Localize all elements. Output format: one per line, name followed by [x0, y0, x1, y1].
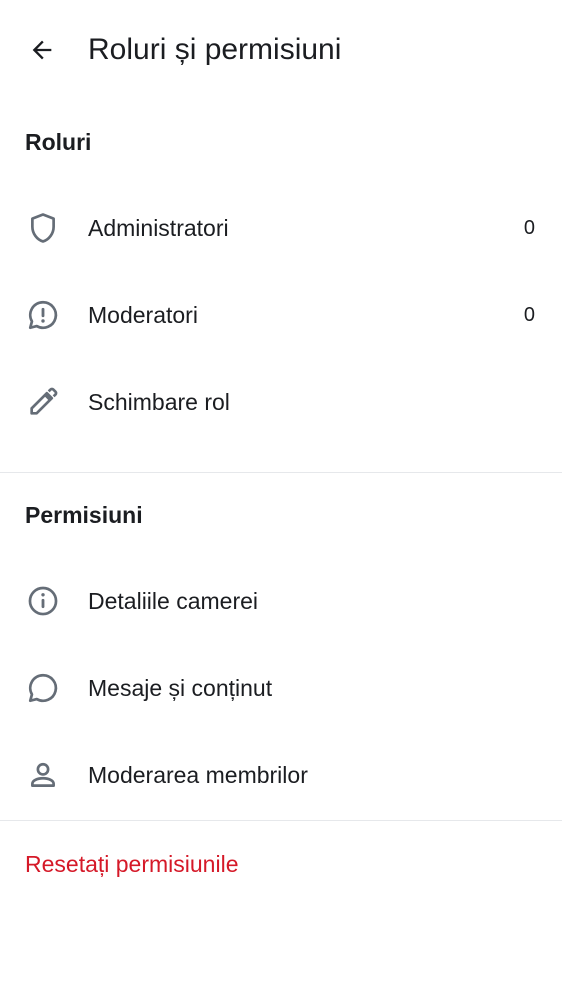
info-icon: [25, 583, 61, 619]
arrow-left-icon: [28, 36, 56, 64]
row-administrators[interactable]: Administratori 0: [0, 185, 562, 272]
row-label: Schimbare rol: [88, 389, 230, 415]
section-divider: [0, 472, 562, 473]
row-label: Mesaje și conținut: [88, 675, 273, 701]
moderator-count: 0: [523, 304, 535, 326]
admin-count: 0: [523, 217, 535, 239]
page-title: Roluri și permisiuni: [88, 33, 342, 66]
row-label: Detaliile camerei: [88, 588, 259, 614]
section-header-roles: Roluri: [25, 129, 92, 155]
row-label: Moderatori: [88, 302, 198, 328]
pencil-icon: [25, 384, 61, 420]
row-moderators[interactable]: Moderatori 0: [0, 272, 562, 359]
chat-alert-icon: [25, 297, 61, 333]
row-messages-content[interactable]: Mesaje și conținut: [0, 645, 562, 732]
section-divider: [0, 820, 562, 821]
back-button[interactable]: [18, 26, 66, 74]
roles-permissions-screen: Roluri și permisiuni Roluri Administrato…: [0, 0, 562, 1000]
chat-bubble-icon: [25, 670, 61, 706]
row-member-moderation[interactable]: Moderarea membrilor: [0, 732, 562, 819]
row-label: Moderarea membrilor: [88, 762, 308, 788]
reset-permissions-button[interactable]: Resetați permisiunile: [25, 847, 238, 881]
row-label: Administratori: [88, 215, 229, 241]
row-room-details[interactable]: Detaliile camerei: [0, 558, 562, 645]
user-icon: [25, 757, 61, 793]
section-header-permissions: Permisiuni: [25, 502, 143, 528]
row-change-role[interactable]: Schimbare rol: [0, 359, 562, 446]
top-app-bar: Roluri și permisiuni: [0, 0, 562, 100]
shield-icon: [25, 210, 61, 246]
